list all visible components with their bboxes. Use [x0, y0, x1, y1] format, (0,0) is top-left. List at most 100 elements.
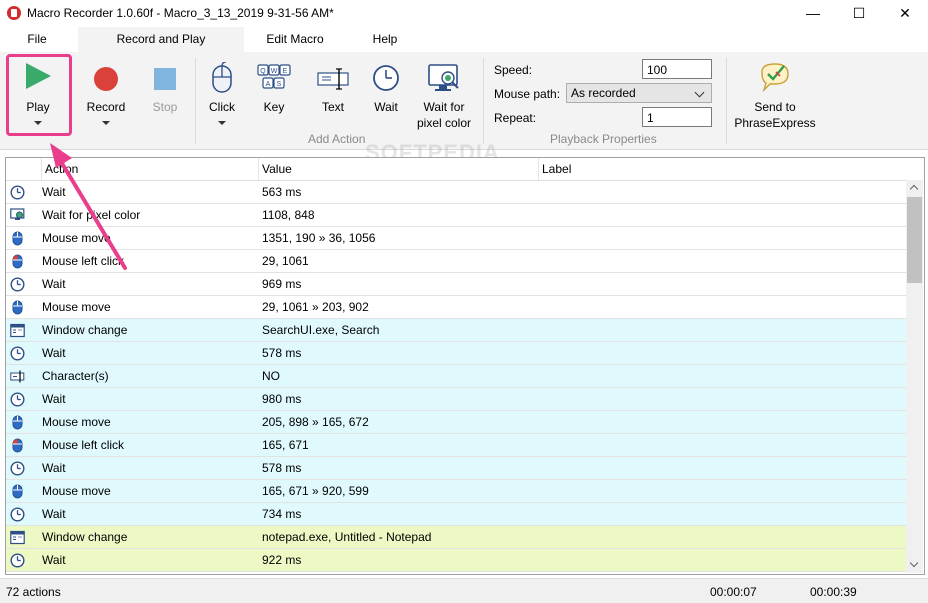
table-row[interactable]: Wait 980 ms — [6, 388, 906, 411]
record-icon — [94, 67, 118, 91]
header-label[interactable]: Label — [539, 158, 906, 180]
clock-icon — [10, 392, 25, 407]
tab-help[interactable]: Help — [346, 27, 424, 52]
row-action: Mouse move — [42, 231, 111, 245]
row-value: notepad.exe, Untitled - Notepad — [262, 530, 432, 544]
table-row[interactable]: Wait 578 ms — [6, 457, 906, 480]
wait-for-pixel-label-2: pixel color — [416, 116, 472, 130]
stop-button[interactable]: Stop — [138, 56, 192, 132]
scroll-up-arrow[interactable] — [909, 184, 919, 194]
table-row[interactable]: Mouse left click 29, 1061 — [6, 250, 906, 273]
mouse-icon — [212, 62, 232, 93]
table-row[interactable]: Wait 563 ms — [6, 181, 906, 204]
tab-file[interactable]: File — [0, 27, 74, 52]
table-row[interactable]: Mouse move 205, 898 » 165, 672 — [6, 411, 906, 434]
keyboard-icon: Q W E A S — [257, 64, 291, 89]
row-action: Wait — [42, 185, 66, 199]
record-button[interactable]: Record — [78, 56, 134, 132]
window-icon — [10, 530, 25, 545]
minimize-button[interactable]: — — [790, 0, 836, 27]
table-row[interactable]: Mouse move 1351, 190 » 36, 1056 — [6, 227, 906, 250]
row-value: 734 ms — [262, 507, 302, 521]
close-button[interactable]: ✕ — [882, 0, 928, 27]
row-value: 578 ms — [262, 461, 302, 475]
tab-edit-macro[interactable]: Edit Macro — [248, 27, 342, 52]
row-value: 969 ms — [262, 277, 302, 291]
speed-input[interactable]: 100 — [642, 59, 712, 79]
clock-icon — [10, 277, 25, 292]
mouse-icon — [10, 300, 25, 315]
svg-text:Q: Q — [260, 68, 266, 75]
ribbon: Play Record Stop Click QWEAS Key Text Wa… — [0, 52, 928, 150]
row-value: 1108, 848 — [262, 208, 315, 222]
row-value: 922 ms — [262, 553, 302, 567]
row-action: Mouse move — [42, 484, 111, 498]
row-action: Window change — [42, 323, 128, 337]
table-row[interactable]: Wait 578 ms — [6, 342, 906, 365]
row-action: Mouse left click — [42, 438, 125, 452]
row-action: Mouse left click — [42, 254, 125, 268]
playback-properties-group-label: Playback Properties — [550, 132, 657, 146]
vertical-scrollbar[interactable] — [906, 180, 923, 573]
row-action: Wait — [42, 346, 66, 360]
clock-icon — [10, 346, 25, 361]
row-value: 29, 1061 — [262, 254, 309, 268]
row-action: Character(s) — [42, 369, 109, 383]
svg-text:A: A — [266, 81, 271, 88]
mouse-icon — [10, 415, 25, 430]
record-label: Record — [86, 100, 126, 114]
row-value: 1351, 190 » 36, 1056 — [262, 231, 376, 245]
pixel-color-icon — [428, 64, 459, 91]
table-row[interactable]: Wait 969 ms — [6, 273, 906, 296]
click-dropdown-caret[interactable] — [218, 121, 226, 125]
wait-button[interactable]: Wait — [364, 56, 408, 132]
repeat-input[interactable]: 1 — [642, 107, 712, 127]
window-title: Macro Recorder 1.0.60f - Macro_3_13_2019… — [27, 6, 334, 20]
table-row[interactable]: Window change SearchUI.exe, Search — [6, 319, 906, 342]
row-value: SearchUI.exe, Search — [262, 323, 380, 337]
header-action[interactable]: Action — [42, 158, 259, 180]
app-icon — [7, 6, 21, 20]
row-value: 29, 1061 » 203, 902 — [262, 300, 369, 314]
repeat-label: Repeat: — [494, 111, 537, 125]
play-highlight-box — [6, 54, 72, 136]
maximize-button[interactable]: ☐ — [836, 0, 882, 27]
key-button[interactable]: QWE AS Key — [250, 56, 298, 132]
table-row[interactable]: Wait 734 ms — [6, 503, 906, 526]
mouse-icon — [10, 231, 25, 246]
table-row[interactable]: Mouse move 165, 671 » 920, 599 — [6, 480, 906, 503]
clock-icon — [10, 507, 25, 522]
wait-label: Wait — [374, 100, 398, 114]
title-bar: Macro Recorder 1.0.60f - Macro_3_13_2019… — [0, 0, 928, 27]
scroll-thumb[interactable] — [907, 197, 922, 283]
table-row[interactable]: Wait for pixel color 1108, 848 — [6, 204, 906, 227]
table-row[interactable]: Wait 922 ms — [6, 549, 906, 572]
mouse-path-select[interactable]: As recorded — [566, 83, 712, 103]
header-value[interactable]: Value — [259, 158, 539, 180]
wait-for-pixel-color-button[interactable]: Wait for pixel color — [412, 56, 476, 132]
table-row[interactable]: Mouse move 29, 1061 » 203, 902 — [6, 296, 906, 319]
row-action: Mouse move — [42, 300, 111, 314]
table-row[interactable]: Window change notepad.exe, Untitled - Not… — [6, 526, 906, 549]
table-row[interactable]: Character(s) NO — [6, 365, 906, 388]
send-to-phraseexpress-button[interactable]: Send to PhraseExpress — [732, 56, 818, 132]
row-value: 165, 671 — [262, 438, 309, 452]
clock-icon — [10, 553, 25, 568]
action-count: 72 actions — [6, 585, 61, 599]
table-row[interactable]: Mouse left click 165, 671 — [6, 434, 906, 457]
row-action: Wait — [42, 461, 66, 475]
menu-bar: File Record and Play Edit Macro Help — [0, 27, 928, 52]
row-action: Mouse move — [42, 415, 111, 429]
svg-text:W: W — [271, 68, 278, 75]
status-bar: 72 actions 00:00:07 00:00:39 — [0, 578, 928, 603]
grid-header: Action Value Label — [6, 158, 906, 181]
send-to-label-1: Send to — [754, 100, 796, 114]
record-dropdown-caret[interactable] — [102, 121, 110, 125]
text-button[interactable]: Text — [308, 56, 358, 132]
scroll-down-arrow[interactable] — [909, 558, 919, 568]
tab-record-and-play[interactable]: Record and Play — [78, 27, 244, 52]
click-button[interactable]: Click — [200, 56, 244, 132]
row-value: NO — [262, 369, 280, 383]
elapsed-time: 00:00:07 — [710, 585, 757, 599]
actions-grid[interactable]: Action Value Label Wait 563 ms Wait for pi… — [5, 157, 925, 575]
